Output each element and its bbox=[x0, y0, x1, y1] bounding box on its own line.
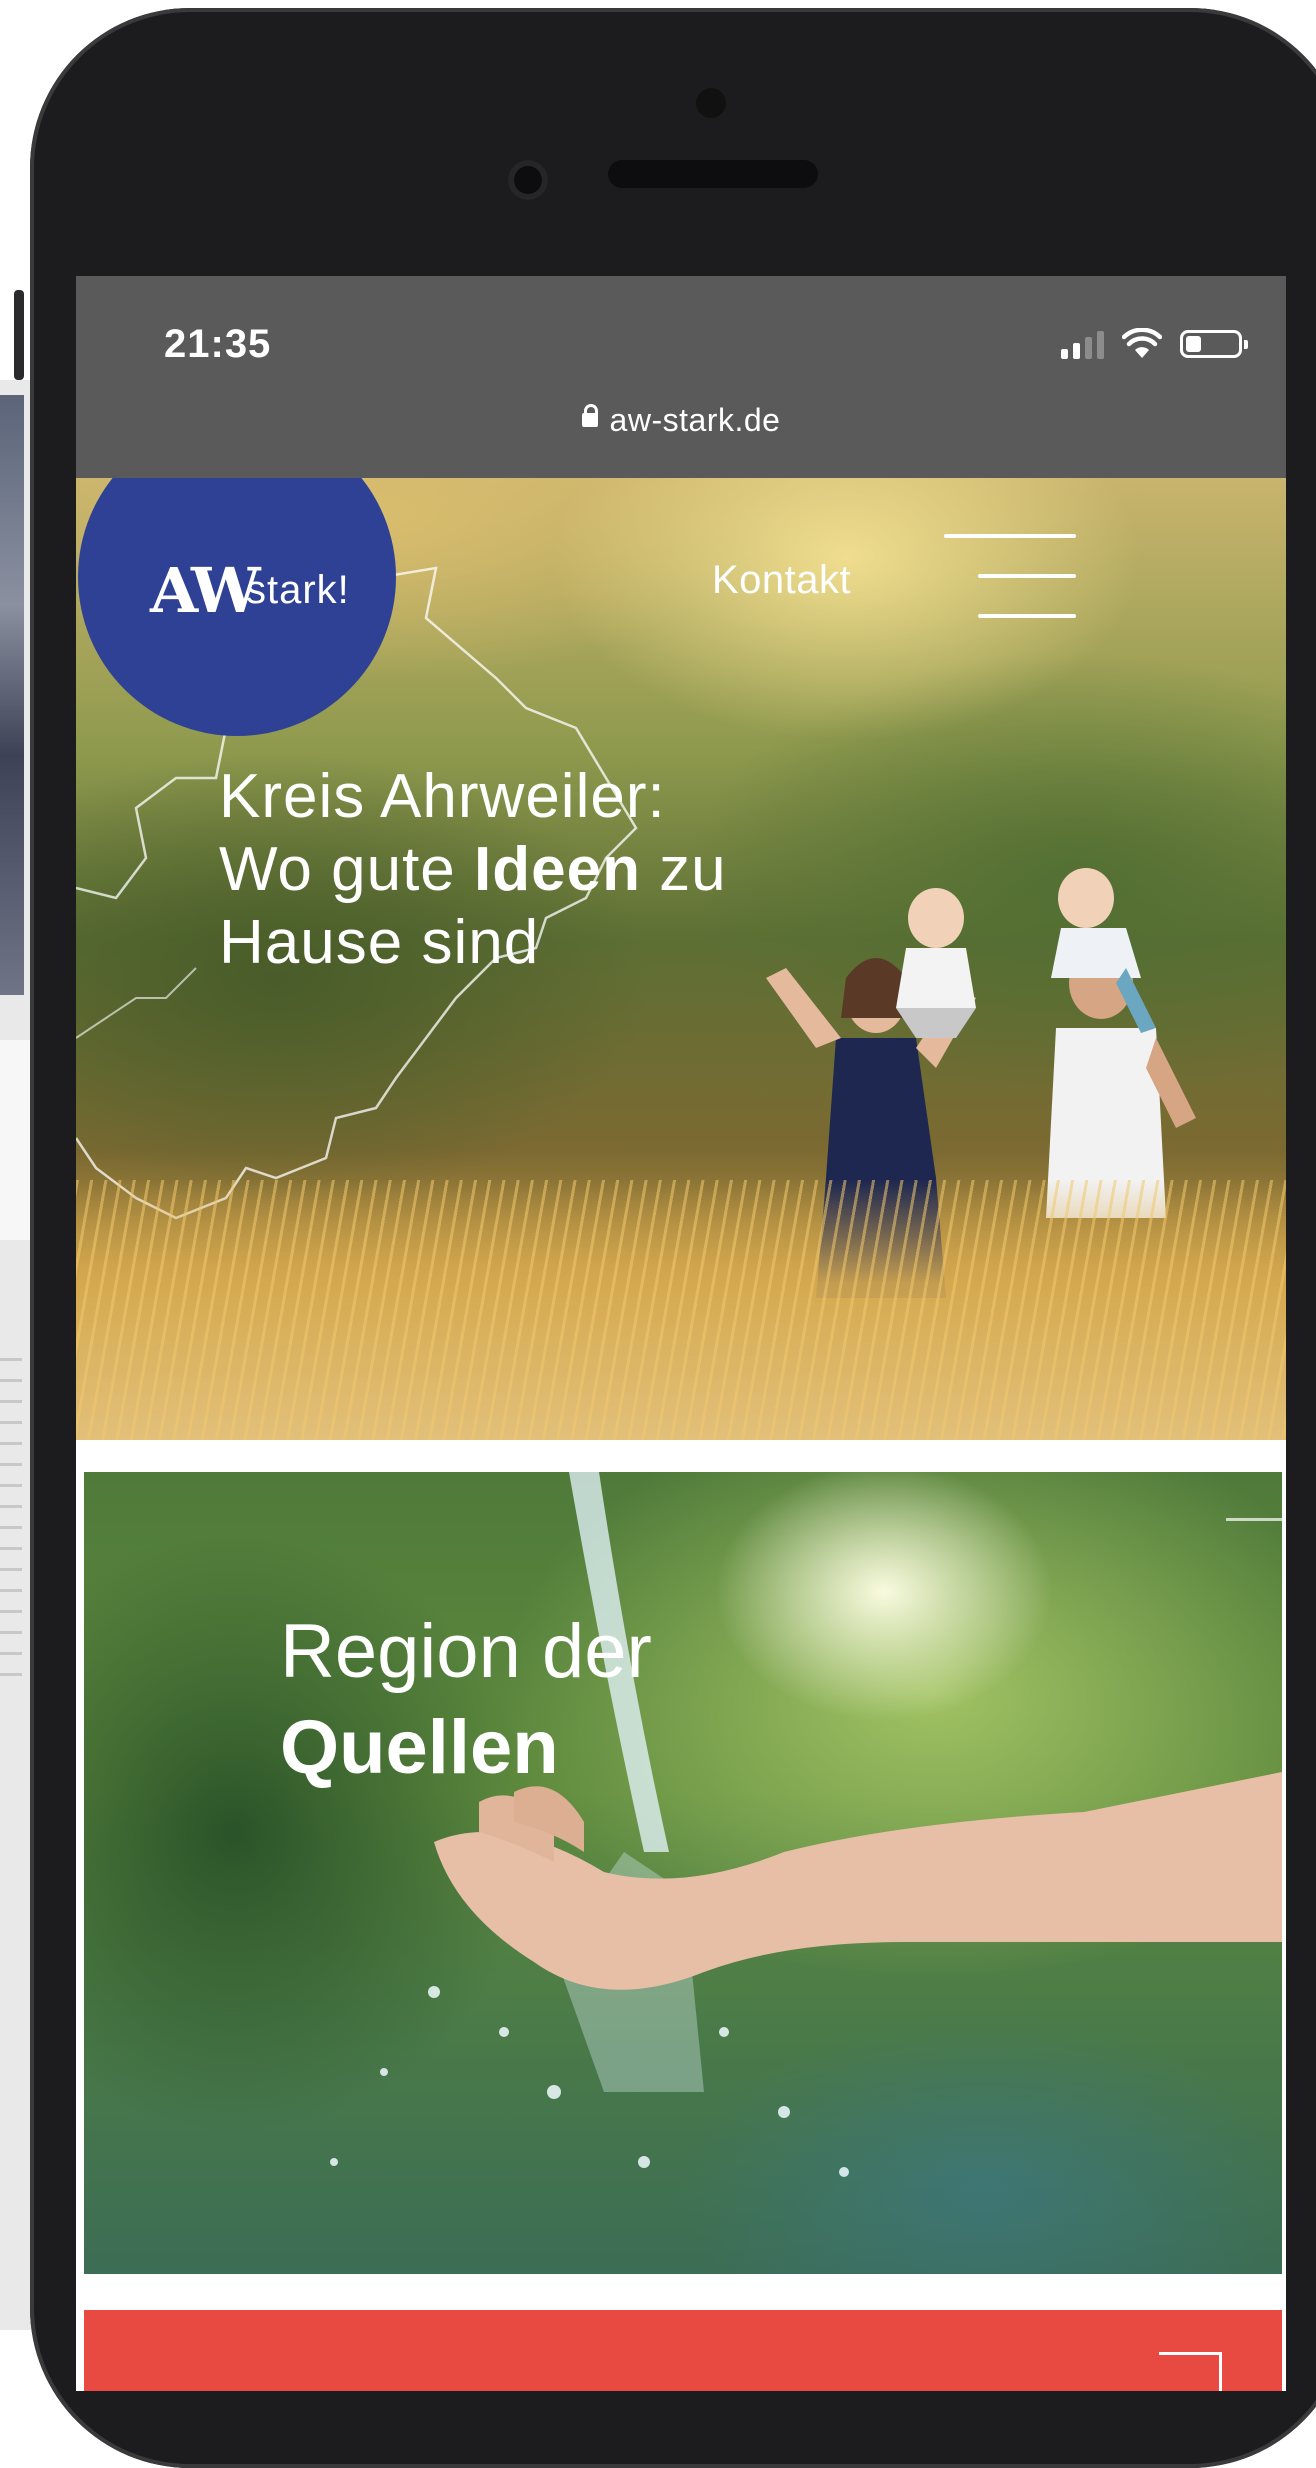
nav-contact-link[interactable]: Kontakt bbox=[712, 558, 851, 603]
battery-icon bbox=[1180, 330, 1248, 358]
hero-heading: Kreis Ahrweiler: Wo gute Ideen zu Hause … bbox=[219, 760, 727, 979]
phone-side-button bbox=[14, 290, 24, 380]
battery-level bbox=[1186, 336, 1201, 352]
front-camera bbox=[508, 160, 548, 200]
card-heading-line2: Quellen bbox=[280, 1705, 559, 1790]
background-photo bbox=[0, 395, 24, 995]
hero-heading-line3: Hause sind bbox=[219, 908, 540, 977]
hero-heading-line2-pre: Wo gute bbox=[219, 835, 475, 904]
water-hand-photo bbox=[330, 1472, 1282, 2177]
phone-screen: 21:35 aw-stark.de AW stark! Kontakt Krei… bbox=[76, 276, 1286, 2391]
hero-heading-emphasis: Ideen bbox=[474, 835, 641, 904]
arrow-corner-icon bbox=[1159, 2352, 1222, 2391]
logo-mark: AW bbox=[150, 554, 261, 627]
card-corner-line bbox=[1226, 1518, 1282, 1521]
lock-icon bbox=[581, 403, 598, 427]
grass-foreground bbox=[76, 1180, 1286, 1440]
status-bar: 21:35 aw-stark.de bbox=[76, 276, 1286, 478]
status-icons bbox=[1061, 328, 1248, 360]
card-heading: Region der Quellen bbox=[280, 1604, 652, 1796]
region-card-red[interactable] bbox=[84, 2310, 1282, 2391]
hamburger-icon[interactable] bbox=[944, 524, 1076, 622]
signal-icon bbox=[1061, 329, 1104, 359]
address-bar[interactable]: aw-stark.de bbox=[76, 402, 1286, 439]
logo-word: stark! bbox=[246, 568, 350, 612]
hero-section: AW stark! Kontakt Kreis Ahrweiler: Wo gu… bbox=[76, 478, 1286, 1440]
url-text: aw-stark.de bbox=[609, 402, 781, 438]
hero-heading-line1: Kreis Ahrweiler: bbox=[219, 762, 666, 831]
phone-sensor bbox=[696, 88, 726, 118]
background-text-lines bbox=[0, 1340, 30, 2040]
hero-heading-line2-post: zu bbox=[640, 835, 727, 904]
wifi-icon bbox=[1122, 328, 1162, 358]
card-heading-line1: Region der bbox=[280, 1609, 652, 1694]
earpiece-speaker bbox=[608, 160, 818, 188]
status-time: 21:35 bbox=[164, 322, 272, 366]
background-card bbox=[0, 1040, 30, 1240]
region-card-quellen[interactable]: Region der Quellen bbox=[84, 1472, 1282, 2274]
hero-heading-line2: Wo gute Ideen zu bbox=[219, 833, 727, 906]
